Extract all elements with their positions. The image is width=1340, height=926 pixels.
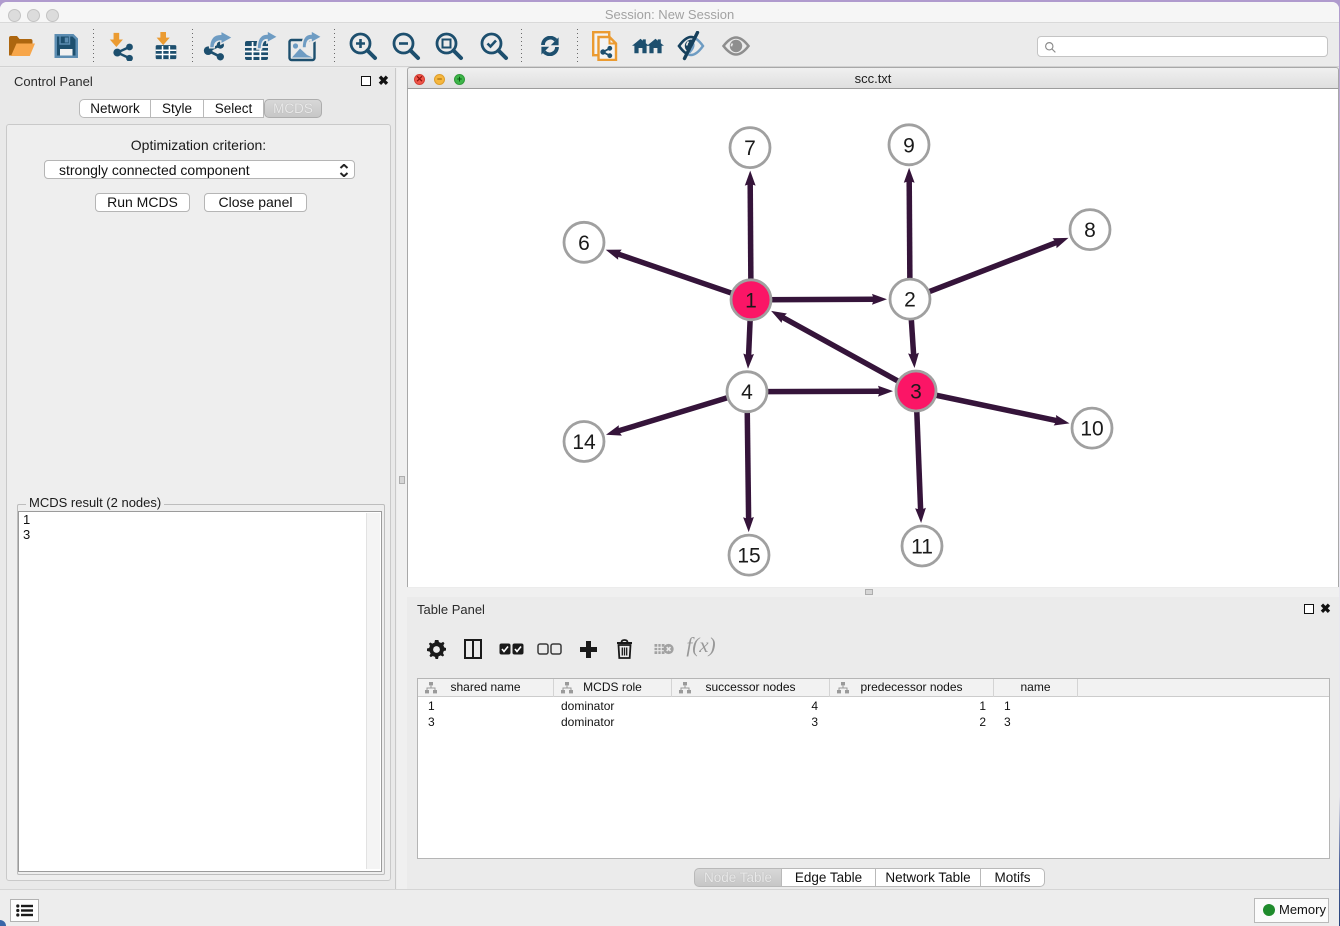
svg-text:2: 2 [904,289,916,312]
svg-text:6: 6 [578,232,590,255]
svg-text:11: 11 [911,536,933,559]
svg-text:8: 8 [1084,219,1096,242]
svg-text:9: 9 [903,134,915,157]
svg-text:7: 7 [744,137,756,160]
svg-text:10: 10 [1080,418,1103,441]
svg-text:4: 4 [741,381,753,404]
svg-text:3: 3 [910,381,922,404]
svg-text:1: 1 [745,289,757,312]
svg-text:15: 15 [737,545,760,568]
svg-text:14: 14 [572,431,596,454]
